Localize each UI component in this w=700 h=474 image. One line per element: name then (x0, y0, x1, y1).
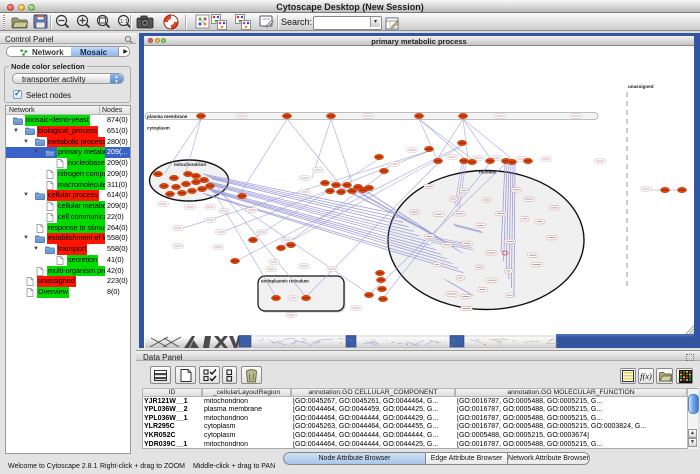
svg-text:mitochondrion: mitochondrion (174, 162, 206, 167)
svg-text:unassigned: unassigned (628, 84, 654, 89)
svg-text:cytoplasm: cytoplasm (147, 126, 170, 131)
svg-text:plasma membrane: plasma membrane (147, 114, 188, 119)
svg-text:1:1: 1:1 (120, 19, 128, 25)
svg-text:endoplasmic reticulum: endoplasmic reticulum (261, 279, 309, 284)
